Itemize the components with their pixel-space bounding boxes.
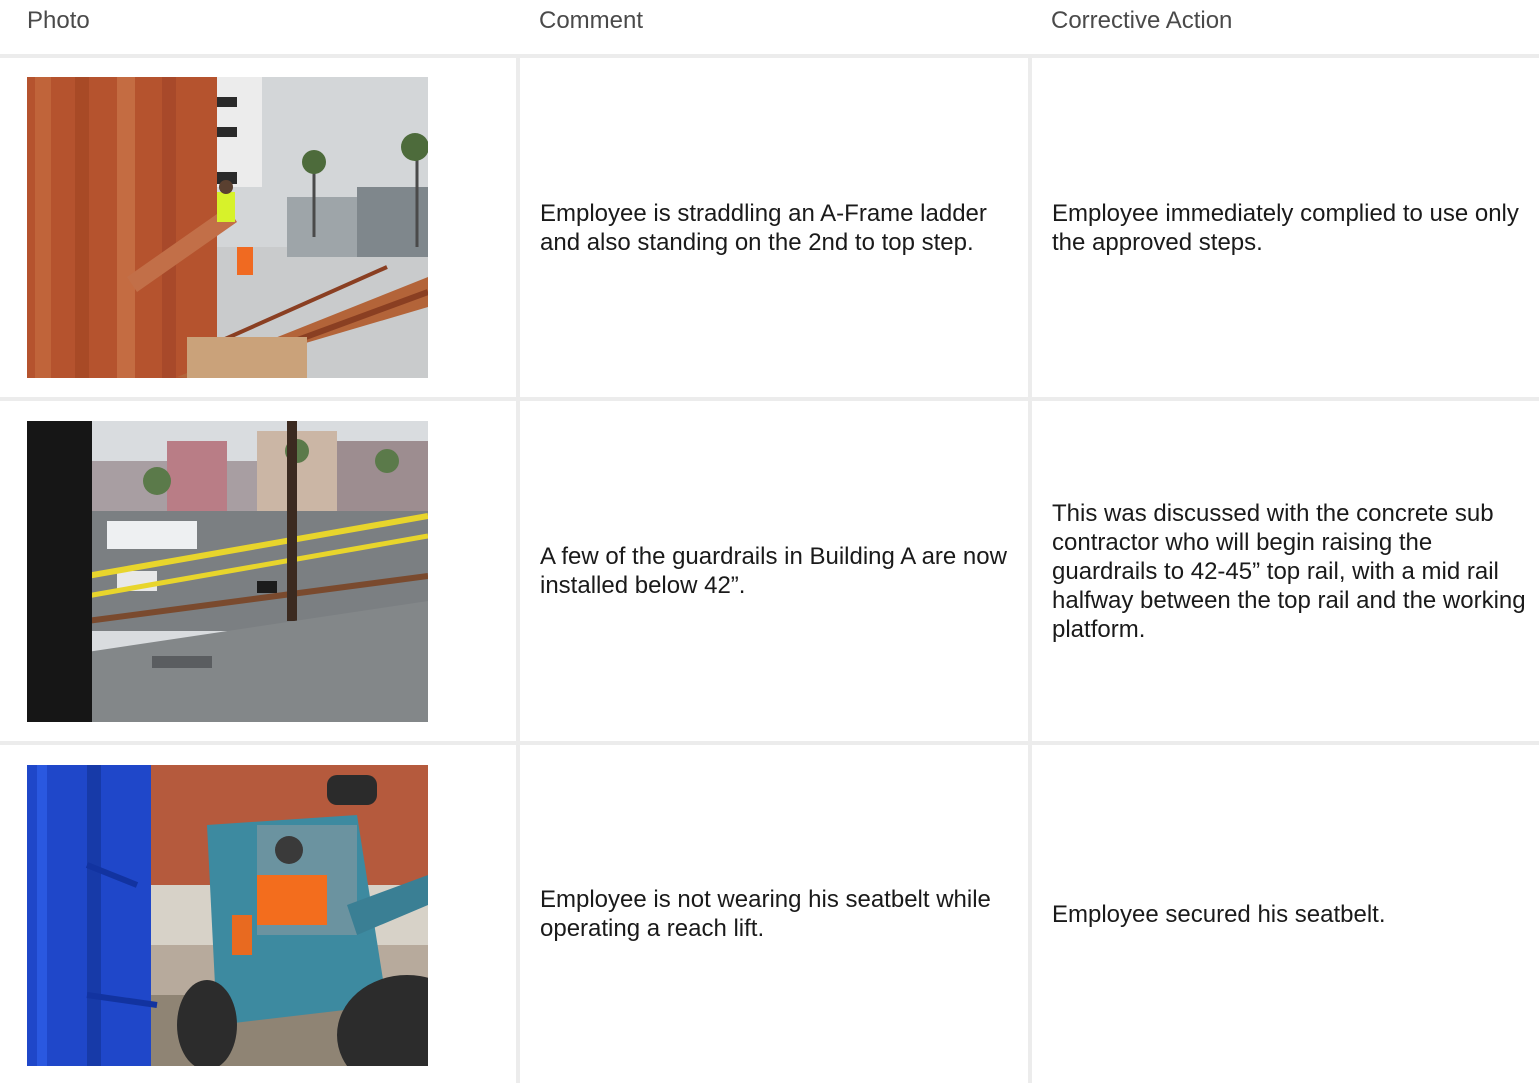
observations-table: Employee is straddling an A-Frame ladder… <box>0 54 1539 1083</box>
corrective-action-text: This was discussed with the concrete sub… <box>1052 499 1526 643</box>
corrective-action-text: Employee immediately complied to use onl… <box>1052 199 1519 256</box>
ladder-framing-image <box>27 77 428 378</box>
reach-lift-image <box>27 765 428 1066</box>
column-header-corrective-action: Corrective Action <box>1051 7 1233 34</box>
comment-text: Employee is straddling an A-Frame ladder… <box>540 199 987 256</box>
corrective-action-text: Employee secured his seatbelt. <box>1052 900 1386 928</box>
table-header: Photo Comment Corrective Action <box>0 0 1539 54</box>
comment-text: A few of the guardrails in Building A ar… <box>540 543 1007 599</box>
guardrail-image <box>27 421 428 722</box>
table-cell-corrective-action: Employee immediately complied to use onl… <box>1032 58 1539 397</box>
column-header-comment: Comment <box>539 7 644 34</box>
column-header-photo: Photo <box>27 7 90 34</box>
table-row <box>0 401 516 741</box>
table-cell-corrective-action: This was discussed with the concrete sub… <box>1032 401 1539 741</box>
table-cell-comment: Employee is straddling an A-Frame ladder… <box>520 58 1028 397</box>
table-row <box>0 58 516 397</box>
reach-lift-photo <box>27 765 428 1066</box>
table-row <box>0 745 516 1083</box>
table-cell-corrective-action: Employee secured his seatbelt. <box>1032 745 1539 1083</box>
table-cell-comment: Employee is not wearing his seatbelt whi… <box>520 745 1028 1083</box>
guardrail-photo <box>27 421 428 722</box>
table-cell-comment: A few of the guardrails in Building A ar… <box>520 401 1028 741</box>
comment-text: Employee is not wearing his seatbelt whi… <box>540 886 991 942</box>
inspection-report: Photo Comment Corrective Action Employee… <box>0 0 1539 1083</box>
ladder-framing-photo <box>27 77 428 378</box>
